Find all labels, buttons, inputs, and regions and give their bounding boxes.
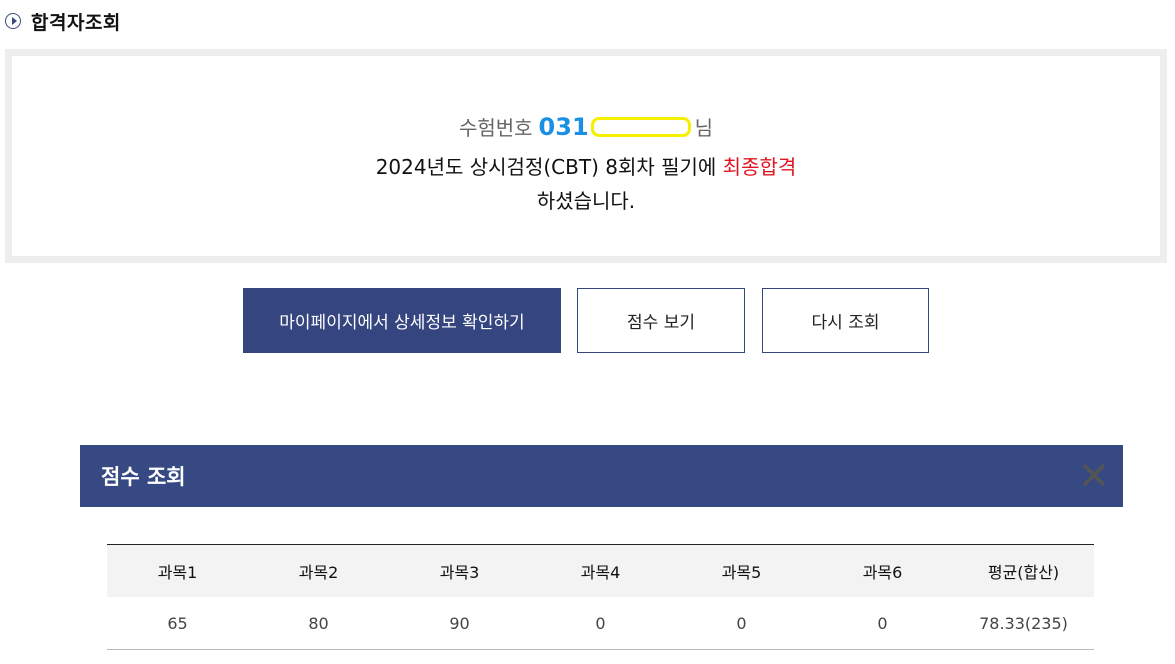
header-subject-6: 과목6 — [812, 544, 953, 597]
header-subject-5: 과목5 — [671, 544, 812, 597]
score-panel-title: 점수 조회 — [101, 465, 186, 489]
score-average: 78.33(235) — [953, 597, 1094, 650]
pass-status: 최종합격 — [722, 155, 797, 179]
exam-number-suffix: 님 — [694, 116, 714, 140]
header-average: 평균(합산) — [953, 544, 1094, 597]
exam-number-label: 수험번호 — [458, 116, 533, 140]
redaction-mask — [590, 116, 691, 137]
score-subject-4: 0 — [530, 597, 671, 650]
header-subject-2: 과목2 — [248, 544, 389, 597]
score-subject-2: 80 — [248, 597, 389, 650]
header-subject-1: 과목1 — [107, 544, 248, 597]
exam-number: 031 — [538, 112, 589, 141]
score-subject-1: 65 — [107, 597, 248, 650]
exam-number-line: 수험번호 031 님 — [12, 112, 1160, 141]
search-again-button[interactable]: 다시 조회 — [762, 288, 929, 353]
view-score-button[interactable]: 점수 보기 — [577, 288, 745, 353]
header-subject-3: 과목3 — [389, 544, 530, 597]
table-row: 65 80 90 0 0 0 78.33(235) — [107, 597, 1094, 650]
page-header: 합격자조회 — [5, 6, 121, 36]
exam-text: 2024년도 상시검정(CBT) 8회차 필기에 — [375, 155, 723, 179]
score-subject-5: 0 — [671, 597, 812, 650]
score-panel-header: 점수 조회 — [80, 445, 1123, 507]
page-title: 합격자조회 — [31, 11, 121, 34]
close-icon[interactable] — [1081, 462, 1107, 488]
play-circle-icon — [5, 13, 21, 29]
exam-result-line-end: 하셨습니다. — [536, 189, 636, 213]
score-table: 과목1 과목2 과목3 과목4 과목5 과목6 평균(합산) 65 80 90 … — [107, 544, 1094, 650]
result-box: 수험번호 031 님 2024년도 상시검정(CBT) 8회차 필기에 최종합격… — [5, 49, 1167, 263]
header-subject-4: 과목4 — [530, 544, 671, 597]
score-subject-6: 0 — [812, 597, 953, 650]
exam-result-line: 2024년도 상시검정(CBT) 8회차 필기에 최종합격 — [12, 151, 1160, 180]
score-table-header-row: 과목1 과목2 과목3 과목4 과목5 과목6 평균(합산) — [107, 544, 1094, 597]
mypage-details-button[interactable]: 마이페이지에서 상세정보 확인하기 — [243, 288, 561, 353]
score-subject-3: 90 — [389, 597, 530, 650]
